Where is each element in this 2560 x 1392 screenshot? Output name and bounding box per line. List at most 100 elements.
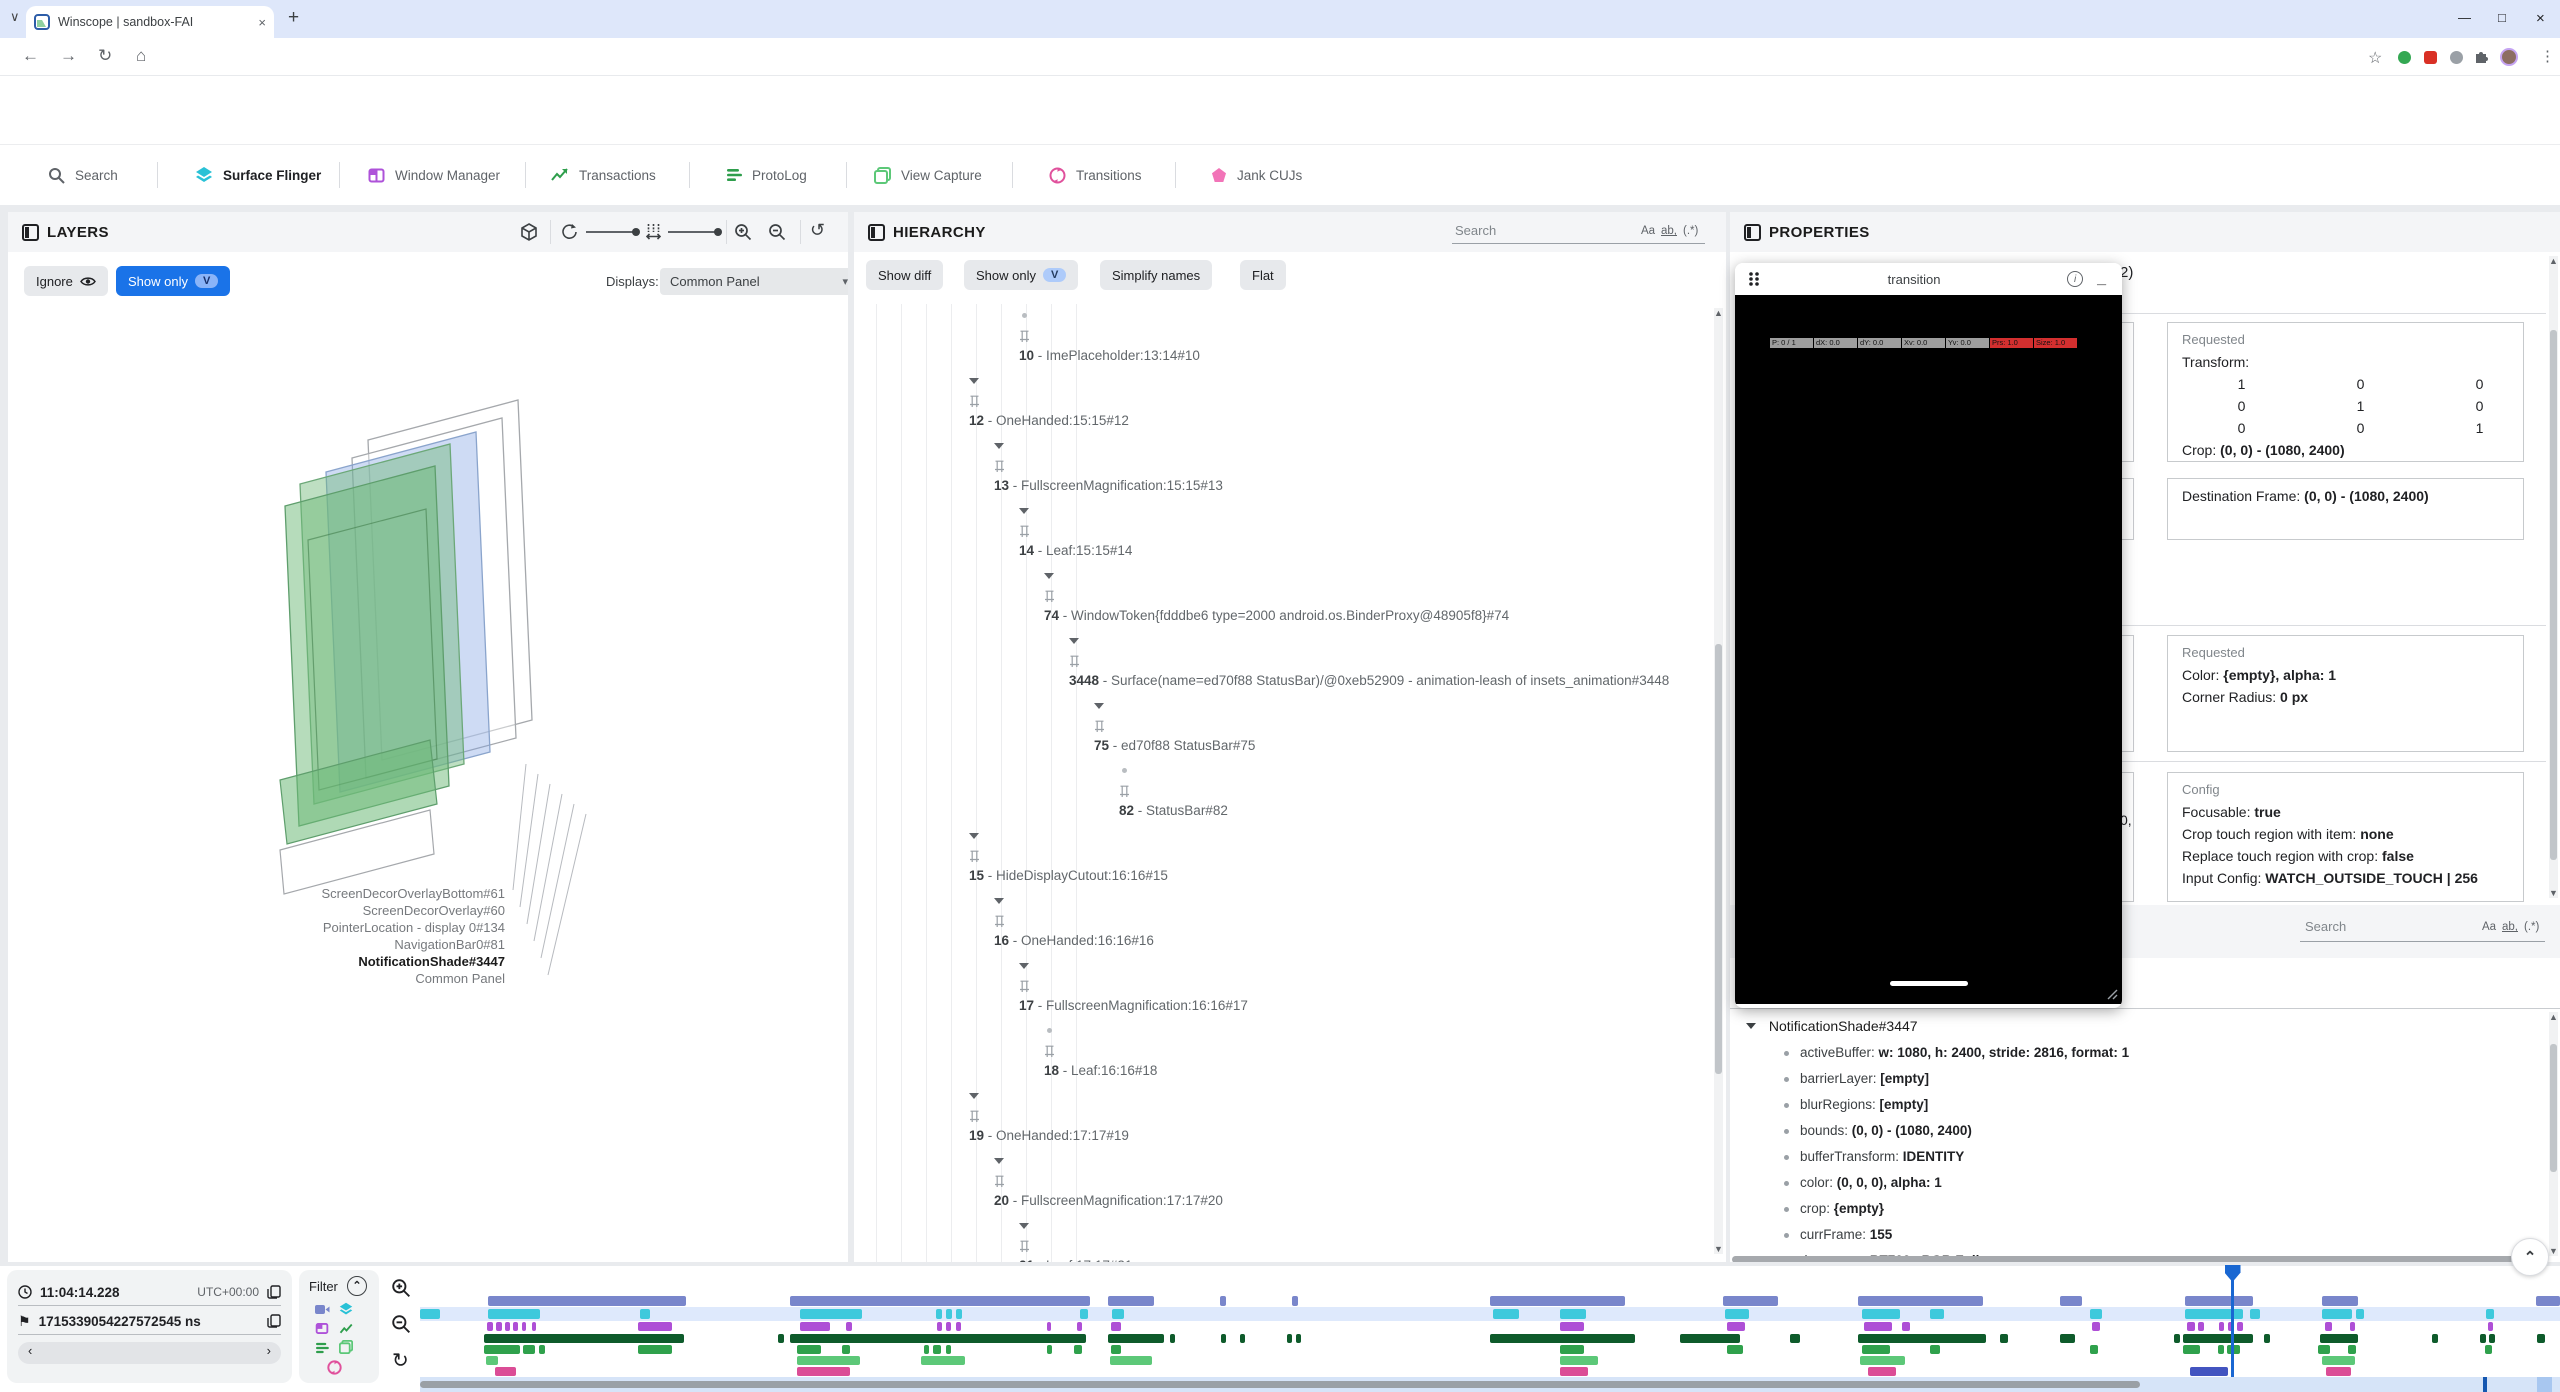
displays-select[interactable]: Common Panel▾ (660, 268, 848, 295)
timeline-segment-protolog[interactable] (1490, 1334, 1635, 1343)
timeline-segment-ime[interactable] (933, 1345, 941, 1354)
extension-icon-green[interactable] (2398, 51, 2411, 64)
tab-search-chevron-icon[interactable]: ∨ (10, 9, 20, 25)
regex-icon[interactable]: (.*) (1683, 225, 1698, 237)
hierarchy-scrollbar[interactable]: ▲ ▼ (1714, 308, 1723, 1254)
layer-label[interactable]: PointerLocation - display 0#134 (323, 920, 505, 935)
scroll-down-icon[interactable]: ▼ (1714, 1244, 1723, 1254)
show-diff-button[interactable]: Show diff (866, 260, 943, 290)
tree-node-10[interactable]: 10 - ImePlaceholder:13:14#10 (854, 304, 1726, 369)
timeline-segment-view-capture[interactable] (1560, 1356, 1598, 1365)
timeline-segment-ime[interactable] (2218, 1345, 2224, 1354)
timeline-segment-ime[interactable] (539, 1345, 545, 1354)
tree-node-14[interactable]: 14 - Leaf:15:15#14 (854, 499, 1726, 564)
timeline-segment-ime[interactable] (946, 1345, 951, 1354)
prev-entry-button[interactable]: ‹ (28, 1343, 32, 1358)
timeline-segment-transactions[interactable] (946, 1322, 951, 1331)
hierarchy-search-input[interactable]: Search (1455, 223, 1496, 238)
timeline-segment-ime[interactable] (523, 1345, 535, 1354)
copy-icon[interactable] (267, 1285, 281, 1299)
resize-handle[interactable] (2106, 988, 2118, 1000)
timeline-segment-transitions[interactable] (2326, 1367, 2351, 1376)
minimap-range-thumb[interactable] (420, 1381, 2140, 1388)
timeline-segment-surface-flinger[interactable] (2322, 1309, 2352, 1319)
timeline-segment-window-manager[interactable] (488, 1296, 686, 1306)
properties-search-input[interactable]: Search (2305, 919, 2346, 934)
timeline-segment-ime[interactable] (797, 1345, 821, 1354)
timeline-segment-surface-flinger[interactable] (488, 1309, 540, 1319)
tree-node-18[interactable]: 18 - Leaf:16:16#18 (854, 1019, 1726, 1084)
timeline-segment-surface-flinger[interactable] (1862, 1309, 1900, 1319)
timeline-segment-window-manager[interactable] (1220, 1296, 1226, 1306)
zoom-out-icon[interactable] (768, 223, 786, 241)
timeline-segment-transactions[interactable] (2092, 1322, 2100, 1331)
layers-3d-view[interactable]: ScreenDecorOverlayBottom#61 ScreenDecorO… (8, 312, 848, 1262)
tree-node-74[interactable]: 74 - WindowToken{fdddbe6 type=2000 andro… (854, 564, 1726, 629)
window-close-button[interactable]: × (2536, 10, 2545, 27)
timeline-segment-transactions[interactable] (513, 1322, 518, 1331)
reset-view-icon[interactable]: ↺ (810, 220, 825, 241)
timeline-segment-surface-flinger[interactable] (2185, 1309, 2243, 1319)
timeline-segment-ime[interactable] (2348, 1345, 2356, 1354)
timeline-segment-transactions[interactable] (800, 1322, 830, 1331)
transactions-filter-icon[interactable] (339, 1323, 354, 1335)
timeline-segment-ime[interactable] (1862, 1345, 1890, 1354)
collapse-timeline-button[interactable]: ⌃ (2511, 1238, 2549, 1276)
window-maximize-button[interactable]: □ (2498, 10, 2506, 25)
timeline-segment-ime[interactable] (2183, 1345, 2200, 1354)
protolog-filter-icon[interactable] (315, 1342, 329, 1354)
timeline-segment-transactions[interactable] (505, 1322, 510, 1331)
transitions-filter-icon[interactable] (327, 1360, 342, 1375)
timeline-segment-window-manager[interactable] (1292, 1296, 1298, 1306)
expand-arrow[interactable] (994, 898, 1004, 904)
forward-icon[interactable]: → (60, 46, 77, 66)
timeline-segment-ime[interactable] (2485, 1345, 2492, 1354)
match-word-icon[interactable]: ab, (2502, 921, 2518, 933)
ignore-button[interactable]: Ignore (24, 266, 108, 296)
timeline-segment-transactions[interactable] (1727, 1322, 1745, 1331)
timeline-segment-transactions[interactable] (2488, 1322, 2493, 1331)
timeline-segment-view-capture[interactable] (797, 1356, 860, 1365)
timeline-segment-protolog[interactable] (484, 1334, 684, 1343)
property-row[interactable]: color: (0, 0, 0), alpha: 1 (1730, 1170, 2548, 1196)
human-time-field[interactable]: 11:04:14.228 UTC+00:00 (18, 1279, 281, 1306)
3d-cube-icon[interactable] (520, 223, 538, 241)
tab-surface-flinger[interactable]: Surface Flinger (195, 145, 321, 205)
timeline-segment-window-manager[interactable] (1858, 1296, 1983, 1306)
drag-handle-icon[interactable] (1747, 270, 1761, 288)
expand-arrow[interactable] (969, 833, 979, 839)
expand-arrow[interactable] (1044, 573, 1054, 579)
expand-arrow[interactable] (969, 378, 979, 384)
timeline-cursor[interactable] (2231, 1270, 2234, 1377)
browser-menu-icon[interactable]: ⋮ (2540, 47, 2555, 65)
timeline-cursor-handle[interactable] (2225, 1265, 2241, 1282)
timeline-segment-surface-flinger[interactable] (936, 1309, 942, 1319)
screen-recording-icon[interactable] (315, 1304, 330, 1315)
timeline-segment-ime[interactable] (1047, 1345, 1052, 1354)
timeline-canvas[interactable] (420, 1270, 2560, 1392)
timeline-segment-protolog[interactable] (1680, 1334, 1740, 1343)
reload-icon[interactable]: ↻ (98, 46, 112, 66)
timeline-segment-view-capture[interactable] (921, 1356, 965, 1365)
window-minimize-button[interactable]: — (2458, 10, 2471, 25)
timeline-segment-window-manager[interactable] (2185, 1296, 2253, 1306)
surface-flinger-filter-icon[interactable] (339, 1302, 353, 1316)
property-row[interactable]: bounds: (0, 0) - (1080, 2400) (1730, 1118, 2548, 1144)
property-row[interactable]: barrierLayer: [empty] (1730, 1066, 2548, 1092)
layer-label[interactable]: NavigationBar0#81 (394, 937, 505, 952)
timeline-segment-surface-flinger[interactable] (1493, 1309, 1519, 1319)
timeline-segment-surface-flinger[interactable] (420, 1309, 440, 1319)
timeline-segment-view-capture[interactable] (1860, 1356, 1905, 1365)
extension-icon-grey[interactable] (2450, 51, 2463, 64)
tree-node-16[interactable]: 16 - OneHanded:16:16#16 (854, 889, 1726, 954)
tab-search[interactable]: Search (48, 145, 118, 205)
timeline-refresh-icon[interactable]: ↻ (392, 1348, 409, 1373)
timeline-segment-protolog[interactable] (1221, 1334, 1226, 1343)
timeline-segment-protolog[interactable] (1108, 1334, 1164, 1343)
timeline-segment-surface-flinger[interactable] (2486, 1309, 2494, 1319)
rotation-slider[interactable] (586, 231, 636, 233)
timeline-segment-protolog[interactable] (1858, 1334, 1986, 1343)
expand-arrow[interactable] (1019, 963, 1029, 969)
tab-view-capture[interactable]: View Capture (874, 145, 982, 205)
match-case-icon[interactable]: Aa (2482, 921, 2496, 933)
